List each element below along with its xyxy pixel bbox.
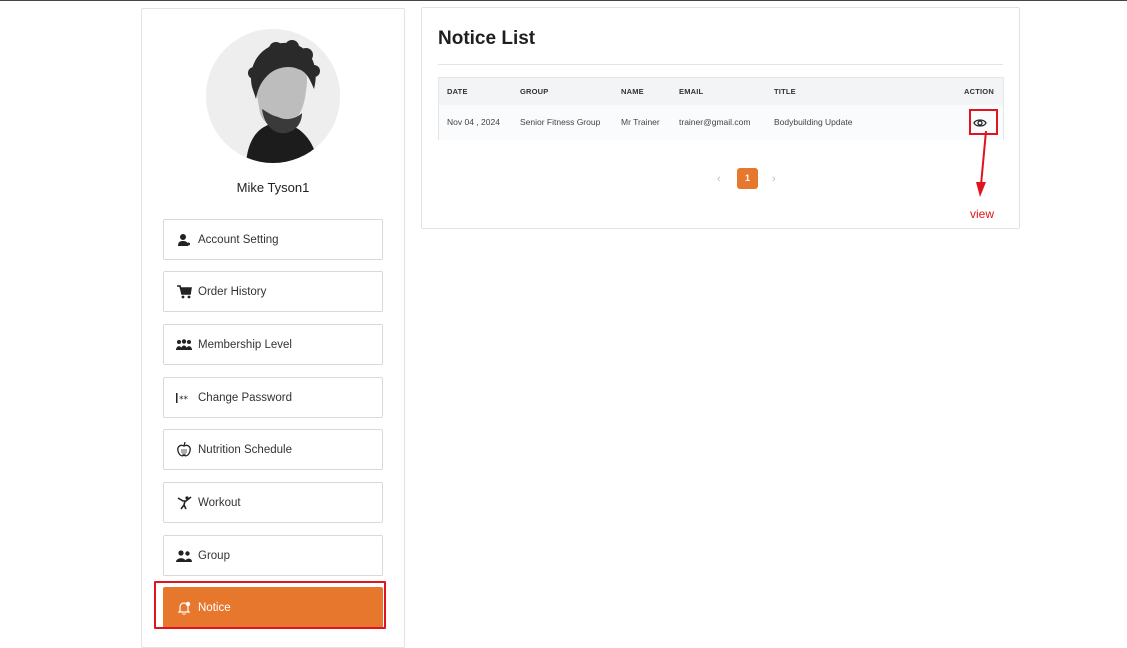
pagination-next-button[interactable]: › xyxy=(772,173,776,185)
martial-arts-icon xyxy=(176,495,192,511)
sidebar-item-workout[interactable]: Workout xyxy=(163,482,383,523)
page-title: Notice List xyxy=(438,28,536,49)
sidebar-item-label: Account Setting xyxy=(198,233,279,246)
column-header-date: DATE xyxy=(447,87,468,96)
sidebar-item-membership-level[interactable]: Membership Level xyxy=(163,324,383,365)
sidebar-item-nutrition-schedule[interactable]: Nutrition Schedule xyxy=(163,429,383,470)
annotation-highlight-notice xyxy=(154,581,386,629)
column-header-name: NAME xyxy=(621,87,644,96)
people-group-icon xyxy=(176,337,192,353)
user-gear-icon xyxy=(176,232,192,248)
top-border xyxy=(0,0,1127,1)
user-name: Mike Tyson1 xyxy=(236,180,310,195)
column-header-group: GROUP xyxy=(520,87,549,96)
notice-panel: Notice List DATE GROUP NAME EMAIL TITLE … xyxy=(421,7,1020,229)
table-row: Nov 04 , 2024 Senior Fitness Group Mr Tr… xyxy=(439,105,1003,140)
apple-icon xyxy=(176,442,192,458)
sidebar-item-group[interactable]: Group xyxy=(163,535,383,576)
table-header: DATE GROUP NAME EMAIL TITLE ACTION xyxy=(439,78,1003,105)
profile-sidebar: Mike Tyson1 Account Setting Order Histor… xyxy=(141,8,405,648)
sidebar-item-label: Membership Level xyxy=(198,338,292,351)
cell-date: Nov 04 , 2024 xyxy=(447,117,500,127)
users-icon xyxy=(176,548,192,564)
svg-text:**: ** xyxy=(179,395,189,403)
sidebar-item-label: Nutrition Schedule xyxy=(198,443,292,456)
cell-title: Bodybuilding Update xyxy=(774,117,853,127)
column-header-email: EMAIL xyxy=(679,87,704,96)
cell-group: Senior Fitness Group xyxy=(520,117,601,127)
sidebar-item-label: Group xyxy=(198,549,230,562)
password-icon: ** xyxy=(176,390,192,406)
sidebar-item-order-history[interactable]: Order History xyxy=(163,271,383,312)
cart-icon xyxy=(176,284,192,300)
column-header-action: ACTION xyxy=(964,87,994,96)
sidebar-item-change-password[interactable]: ** Change Password xyxy=(163,377,383,418)
notice-table: DATE GROUP NAME EMAIL TITLE ACTION Nov 0… xyxy=(438,77,1004,140)
annotation-highlight-view xyxy=(969,109,998,135)
divider xyxy=(438,64,1003,65)
annotation-label: view xyxy=(970,207,995,221)
pagination-page-button[interactable]: 1 xyxy=(737,168,758,189)
avatar xyxy=(206,29,340,163)
sidebar-item-account-setting[interactable]: Account Setting xyxy=(163,219,383,260)
sidebar-item-label: Change Password xyxy=(198,391,292,404)
pagination: ‹ 1 › xyxy=(715,168,795,190)
pagination-prev-button[interactable]: ‹ xyxy=(717,173,721,185)
column-header-title: TITLE xyxy=(774,87,796,96)
cell-email: trainer@gmail.com xyxy=(679,117,751,127)
sidebar-item-label: Order History xyxy=(198,285,267,298)
sidebar-item-label: Workout xyxy=(198,496,241,509)
cell-name: Mr Trainer xyxy=(621,117,660,127)
